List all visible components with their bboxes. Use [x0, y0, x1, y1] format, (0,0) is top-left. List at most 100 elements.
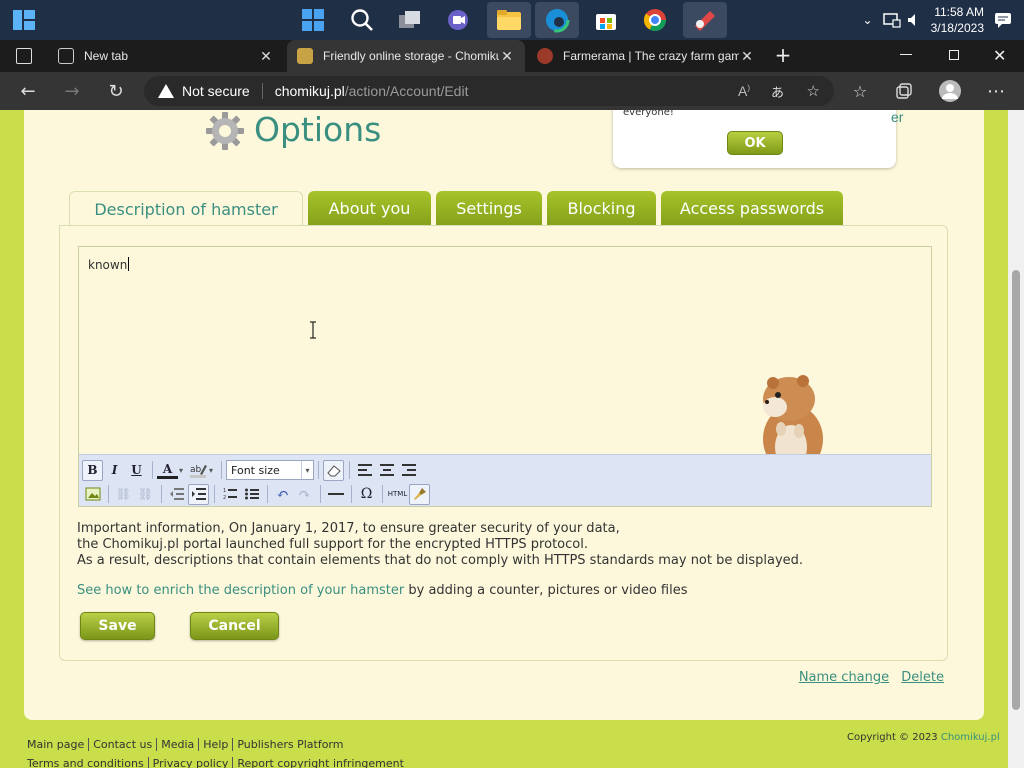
- name-change-link[interactable]: Name change: [799, 670, 889, 685]
- tab-about-you[interactable]: About you: [308, 191, 431, 225]
- refresh-button[interactable]: ↻: [102, 78, 130, 104]
- teams-chat-icon[interactable]: [436, 2, 480, 38]
- url-host: chomikuj.pl: [274, 83, 345, 99]
- unlink-icon[interactable]: ⛓: [135, 484, 156, 505]
- header-link-partial[interactable]: er: [891, 110, 903, 125]
- align-left-icon[interactable]: [354, 460, 375, 481]
- collections-icon[interactable]: [890, 78, 918, 104]
- volume-icon[interactable]: [907, 12, 921, 28]
- browser-tab-new-tab[interactable]: New tab ✕: [48, 40, 284, 72]
- search-icon[interactable]: [340, 2, 384, 38]
- align-right-icon[interactable]: [398, 460, 419, 481]
- insert-image-icon[interactable]: [82, 484, 103, 505]
- footer-link-media[interactable]: Media: [161, 738, 200, 751]
- font-color-dropdown-icon[interactable]: ▾: [179, 466, 183, 475]
- close-tab-icon[interactable]: ✕: [258, 48, 274, 65]
- minimize-button[interactable]: [900, 54, 912, 55]
- footer-link-main-page[interactable]: Main page: [27, 738, 90, 751]
- warning-icon[interactable]: [158, 84, 174, 98]
- tab-settings[interactable]: Settings: [436, 191, 542, 225]
- back-button[interactable]: ←: [14, 78, 42, 104]
- editor-content[interactable]: known: [88, 257, 130, 272]
- page-scrollbar[interactable]: [1008, 110, 1024, 768]
- scrollbar-thumb[interactable]: [1012, 270, 1020, 710]
- bold-button[interactable]: B: [82, 459, 103, 481]
- store-icon[interactable]: [584, 2, 628, 38]
- tab-actions-icon[interactable]: [16, 48, 32, 64]
- footer-link-privacy[interactable]: Privacy policy: [152, 757, 234, 768]
- font-color-button[interactable]: A: [157, 461, 178, 479]
- enrich-description-link[interactable]: See how to enrich the description of you…: [77, 583, 404, 598]
- read-aloud-icon[interactable]: A): [738, 83, 750, 99]
- footer-link-publishers-platform[interactable]: Publishers Platform: [237, 738, 347, 751]
- widgets-icon[interactable]: [2, 2, 46, 38]
- toolbar-separator: [267, 485, 268, 503]
- toolbar-separator: [214, 485, 215, 503]
- favorites-icon[interactable]: ☆: [846, 78, 874, 104]
- undo-icon[interactable]: ↶: [272, 484, 293, 505]
- new-tab-button[interactable]: +: [772, 44, 794, 66]
- popup-ok-button[interactable]: OK: [727, 131, 783, 155]
- forward-button[interactable]: →: [58, 78, 86, 104]
- browser-tab-chomikuj[interactable]: Friendly online storage - Chomikuj ✕: [287, 40, 525, 72]
- enrich-description-rest: by adding a counter, pictures or video f…: [404, 583, 688, 598]
- notifications-icon[interactable]: [994, 12, 1012, 28]
- save-button[interactable]: Save: [80, 612, 155, 640]
- browser-tab-farmerama[interactable]: Farmerama | The crazy farm game ✕: [527, 40, 765, 72]
- footer-link-terms[interactable]: Terms and conditions: [27, 757, 149, 768]
- restore-button[interactable]: [949, 50, 959, 60]
- special-character-button[interactable]: Ω: [356, 484, 377, 505]
- translate-icon[interactable]: あ: [771, 82, 784, 101]
- copyright-brand-link[interactable]: Chomikuj.pl: [941, 732, 1000, 743]
- chrome-icon[interactable]: [633, 2, 677, 38]
- system-tray: ⌄ 11:58 AM 3/18/2023: [863, 0, 1024, 40]
- italic-button[interactable]: I: [104, 460, 125, 481]
- security-label[interactable]: Not secure: [182, 83, 250, 99]
- toolbar-row-2: ⛓ ⛓ 12 ↶ ↷ Ω HTML: [82, 483, 431, 505]
- cancel-button[interactable]: Cancel: [190, 612, 279, 640]
- task-view-icon[interactable]: [388, 2, 432, 38]
- toolbar-row-1: B I U A ▾ ab ▾ Font size ▾: [82, 459, 420, 481]
- more-menu-icon[interactable]: ⋯: [982, 78, 1010, 104]
- game-app-icon[interactable]: [683, 2, 727, 38]
- align-center-icon[interactable]: [376, 460, 397, 481]
- tab-title: Farmerama | The crazy farm game: [563, 49, 739, 63]
- footer-link-report-infringement[interactable]: Report copyright infringement: [237, 757, 408, 768]
- cleanup-brush-icon[interactable]: [409, 483, 430, 505]
- footer-link-contact-us[interactable]: Contact us: [93, 738, 158, 751]
- link-icon[interactable]: ⛓: [113, 484, 134, 505]
- start-icon[interactable]: [291, 2, 335, 38]
- tab-description-of-hamster[interactable]: Description of hamster: [69, 191, 303, 226]
- numbered-list-icon[interactable]: 12: [219, 484, 240, 505]
- edge-icon[interactable]: [535, 2, 579, 38]
- html-source-button[interactable]: HTML: [387, 484, 408, 505]
- highlight-color-button[interactable]: ab: [187, 460, 208, 481]
- clock-time: 11:58 AM: [934, 5, 984, 19]
- close-tab-icon[interactable]: ✕: [499, 48, 515, 65]
- highlight-dropdown-icon[interactable]: ▾: [209, 466, 213, 475]
- file-explorer-icon[interactable]: [487, 2, 531, 38]
- delete-link[interactable]: Delete: [901, 670, 944, 685]
- indent-icon[interactable]: [188, 483, 209, 505]
- toolbar-separator: [351, 485, 352, 503]
- eraser-icon[interactable]: [323, 459, 345, 481]
- page-viewport: Options Use the file finder - it is now …: [0, 110, 1008, 768]
- redo-icon[interactable]: ↷: [294, 484, 315, 505]
- profile-avatar-icon[interactable]: [936, 78, 964, 104]
- footer-link-help[interactable]: Help: [203, 738, 234, 751]
- add-favorite-icon[interactable]: ☆: [807, 82, 820, 100]
- chevron-up-icon[interactable]: ⌄: [863, 13, 873, 27]
- tab-access-passwords[interactable]: Access passwords: [661, 191, 843, 225]
- network-icon[interactable]: [882, 12, 901, 28]
- description-editor[interactable]: known B I U A ▾ ab ▾ Font size ▾ ⛓ ⛓ 1 2…: [78, 246, 932, 507]
- outdent-icon[interactable]: [166, 484, 187, 505]
- tab-blocking[interactable]: Blocking: [547, 191, 656, 225]
- bullet-list-icon[interactable]: [241, 484, 262, 505]
- font-size-select[interactable]: Font size ▾: [226, 460, 315, 480]
- horizontal-rule-icon[interactable]: [325, 484, 346, 505]
- address-bar[interactable]: Not secure chomikuj.pl/action/Account/Ed…: [144, 76, 834, 106]
- close-window-button[interactable]: ✕: [993, 46, 1006, 65]
- close-tab-icon[interactable]: ✕: [739, 48, 755, 65]
- underline-button[interactable]: U: [126, 460, 147, 481]
- clock[interactable]: 11:58 AM 3/18/2023: [931, 4, 984, 36]
